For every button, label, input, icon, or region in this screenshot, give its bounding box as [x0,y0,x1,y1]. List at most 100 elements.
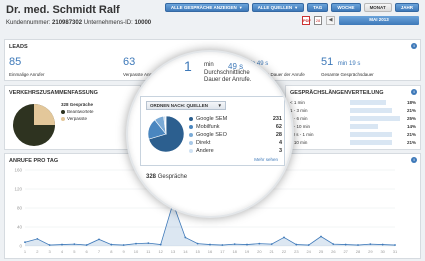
all-sources-dropdown[interactable]: ALLE QUELLEN ▼ [251,3,305,12]
x-tick-label: 24 [306,249,311,254]
lead-unique-callers: 85 Einmalige Anrufer [9,56,45,77]
x-tick-label: 25 [319,249,324,254]
duration-row-bar [350,108,392,113]
x-tick-label: 20 [257,249,262,254]
customer-info: Kundennummer: 210987302 Unternehmens-ID:… [6,20,152,26]
magnified-min-label: min [204,62,214,68]
source-legend-item: Mobilfunk 62 [189,123,282,131]
traffic-pie-chart [13,104,55,146]
all-calls-dropdown[interactable]: ALLE GESPRÄCHE ANZEIGEN ▼ [164,3,249,12]
duration-row-percent: 25% [406,116,416,121]
y-tick-label: 80 [17,206,23,211]
y-tick-label: 160 [14,168,22,173]
x-tick-label: 16 [208,249,213,254]
source-legend-item: Direkt 4 [189,139,282,147]
y-tick-label: 40 [17,225,23,230]
magnified-total-calls: 328 Gespräche [146,174,188,180]
calls-point [122,244,125,246]
traffic-summary-panel: VERKEHRSZUSAMMENFASSUNG 328 Gespräche Be… [4,85,141,150]
calls-point [283,236,285,239]
calls-point [36,237,39,240]
company-id: 10000 [134,20,152,26]
x-tick-label: 1 [24,249,27,254]
calls-point [381,243,384,246]
source-value: 4 [278,140,282,146]
calls-point [307,244,310,246]
legend-swatch [189,141,193,145]
source-legend-item: Andere 3 [189,147,282,155]
x-tick-label: 5 [73,249,76,254]
source-legend-item: Google SEM 231 [189,115,282,123]
calls-point [135,242,137,245]
info-icon[interactable]: i [411,43,417,49]
duration-row-bar [350,100,386,105]
duration-row-bar [350,116,400,121]
page-title: Dr. med. Schmidt Ralf [6,4,120,16]
calls-point [85,244,88,246]
duration-row-label: < 1 min [290,100,305,105]
source-name: Google SEO [196,132,227,138]
x-tick-label: 17 [220,249,225,254]
pdf-icon[interactable]: PDF [302,16,311,25]
x-tick-label: 26 [331,249,336,254]
date-navigator: PDF 28 ◀ MAI 2013 [302,16,419,25]
customer-number: 210987302 [52,20,83,26]
top-toolbar: ALLE GESPRÄCHE ANZEIGEN ▼ ALLE QUELLEN ▼ T… [164,3,419,12]
x-tick-label: 13 [171,249,176,254]
source-name: Direkt [196,140,211,146]
period-display[interactable]: MAI 2013 [339,16,419,25]
period-week-button[interactable]: WOCHE [331,3,361,12]
calls-point [147,242,150,245]
source-value: 28 [275,132,282,138]
x-tick-label: 21 [269,249,274,254]
x-tick-label: 3 [49,249,52,254]
calls-point [98,238,100,241]
x-tick-label: 27 [343,249,348,254]
x-tick-label: 12 [158,249,163,254]
chevron-down-icon: ▼ [294,5,299,10]
x-tick-label: 7 [98,249,101,254]
calls-point [73,243,76,245]
x-tick-label: 19 [245,249,250,254]
x-tick-label: 29 [368,249,373,254]
period-year-button[interactable]: JAHR [394,3,419,12]
magnifier-lens: 1 min 49 s Durchschnittliche Dauer der A… [126,50,294,218]
calendar-icon[interactable]: 28 [314,16,322,25]
y-tick-label: 120 [14,187,22,192]
duration-row: < 1 min 18% [290,100,418,106]
period-month-button[interactable]: MONAT [363,3,392,12]
duration-row-bar [350,140,392,145]
calls-point [184,236,187,239]
x-tick-label: 8 [110,249,113,254]
calls-point [332,243,335,245]
x-tick-label: 15 [195,249,200,254]
x-tick-label: 31 [393,249,398,254]
legend-total: 328 Gespräche [61,102,94,107]
source-value: 231 [272,116,282,122]
traffic-legend: 328 Gespräche Beantwortete Verpasste [61,102,94,123]
calls-point [233,243,236,245]
sort-by-sources-select[interactable]: ORDNEN NACH: QUELLEN ▼ [146,101,226,110]
info-icon[interactable]: i [411,89,417,95]
calls-point [295,243,298,246]
period-day-button[interactable]: TAG [307,3,329,12]
source-name: Mobilfunk [196,124,220,130]
calls-point [61,243,63,246]
calls-point [221,244,224,246]
legend-swatch [189,149,193,153]
legend-swatch [189,133,193,137]
calls-point [24,241,26,244]
see-more-link[interactable]: Mehr sehen [254,157,278,162]
magnified-avg-duration: 1 [184,58,192,74]
duration-row: 10 s - 1 min 21% [290,132,418,138]
source-value: 3 [278,148,282,154]
y-tick-label: 0 [19,244,22,249]
prev-period-button[interactable]: ◀ [326,16,335,25]
calls-point [159,243,162,246]
x-tick-label: 6 [86,249,89,254]
chevron-down-icon: ▼ [238,5,243,10]
legend-swatch [189,117,193,121]
calls-point [357,244,359,246]
duration-row: 1 - 3 min 21% [290,108,418,114]
x-tick-label: 11 [146,249,151,254]
